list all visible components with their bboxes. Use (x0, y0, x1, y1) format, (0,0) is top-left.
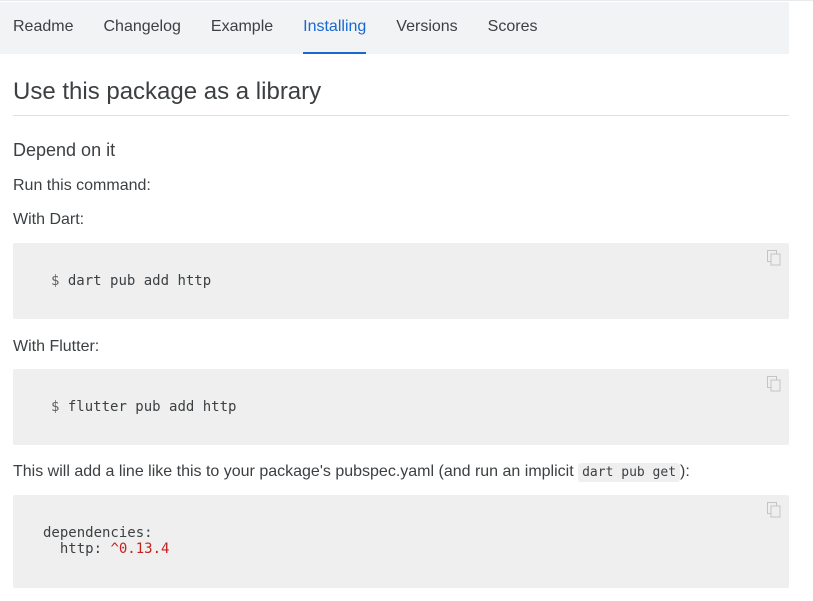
yaml-code[interactable]: dependencies: http: ^0.13.4 (43, 525, 169, 557)
dart-command-line[interactable]: $ dart pub add http (51, 273, 211, 289)
dart-command[interactable]: dart pub add http (68, 273, 211, 289)
flutter-command[interactable]: flutter pub add http (68, 399, 237, 415)
page-title: Use this package as a library (13, 54, 789, 116)
with-dart-text: With Dart: (13, 211, 85, 228)
tab-changelog-label: Changelog (103, 18, 181, 35)
tab-versions-label: Versions (396, 18, 458, 35)
installing-content: Use this package as a library Depend on … (13, 54, 789, 588)
prompt-symbol: $ (51, 273, 60, 289)
tab-installing-label: Installing (303, 18, 367, 35)
inline-code-dart-pub-get: dart pub get (578, 463, 681, 482)
yaml-key-http: http: (43, 541, 111, 557)
copy-icon[interactable] (767, 250, 781, 266)
copy-icon-graphic (767, 376, 781, 392)
tab-readme[interactable]: Readme (13, 2, 73, 54)
copy-icon[interactable] (767, 376, 781, 392)
top-border (0, 0, 813, 1)
flutter-command-block[interactable]: $ flutter pub add http (13, 369, 789, 445)
copy-icon[interactable] (767, 502, 781, 518)
pubspec-description: This will add a line like this to your p… (13, 463, 789, 482)
flutter-command-line[interactable]: $ flutter pub add http (51, 399, 236, 415)
tab-installing[interactable]: Installing (303, 2, 367, 54)
tab-scores-label: Scores (487, 18, 538, 35)
run-command-text: Run this command: (13, 177, 151, 194)
pubspec-text-after: ): (680, 463, 690, 480)
dart-command-block[interactable]: $ dart pub add http (13, 243, 789, 319)
tab-example[interactable]: Example (211, 2, 273, 54)
tab-changelog[interactable]: Changelog (103, 2, 180, 54)
tab-example-label: Example (210, 18, 274, 35)
yaml-line-dependencies: dependencies: (43, 525, 153, 541)
pubspec-text-before: This will add a line like this to your p… (13, 463, 579, 480)
tab-readme-label: Readme (13, 18, 74, 35)
section-heading-depend: Depend on it (13, 140, 116, 160)
copy-icon-graphic (767, 502, 781, 518)
yaml-block[interactable]: dependencies: http: ^0.13.4 (13, 495, 789, 588)
copy-icon-graphic (767, 250, 781, 266)
with-flutter-text: With Flutter: (13, 338, 100, 355)
tab-bar: Readme Changelog Example Installing Vers… (0, 2, 789, 54)
prompt-symbol: $ (51, 399, 60, 415)
yaml-version: ^0.13.4 (110, 541, 170, 557)
tab-versions[interactable]: Versions (396, 2, 457, 54)
tab-scores[interactable]: Scores (488, 2, 538, 54)
